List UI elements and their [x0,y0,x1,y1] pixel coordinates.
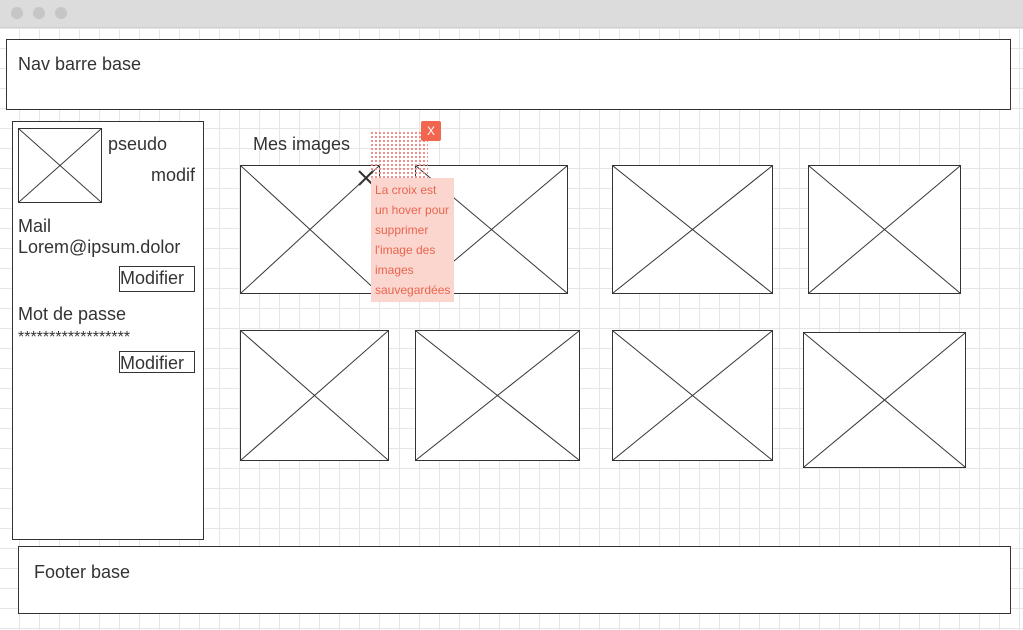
saved-image-5[interactable] [240,330,389,461]
pseudo-label: pseudo [108,134,168,154]
minimize-window-dot-icon[interactable] [33,7,45,19]
window-titlebar [0,0,1023,28]
mail-value: Lorem@ipsum.dolor [18,237,181,257]
password-label: Mot de passe [18,304,127,324]
saved-image-3[interactable] [612,165,773,294]
modify-mail-button[interactable]: Modifier [119,266,195,292]
saved-image-4[interactable] [808,165,961,294]
annotation-line: un hover pour [375,203,450,217]
saved-image-8[interactable] [803,332,966,468]
close-window-dot-icon[interactable] [11,7,23,19]
mail-label: Mail [18,216,52,236]
saved-image-6[interactable] [415,330,580,461]
image-placeholder-icon [241,331,388,460]
profile-sidebar: pseudo modif Mail Lorem@ipsum.dolor Modi… [12,121,204,540]
annotation-close-button[interactable]: X [421,121,441,141]
annotation-line: supprimer [375,223,429,237]
image-placeholder-icon [809,166,960,293]
image-placeholder-icon [804,333,965,467]
image-placeholder-icon [416,331,579,460]
annotation-line: sauvegardées [375,283,451,297]
saved-image-7[interactable] [612,330,773,461]
nav-bar: Nav barre base [6,39,1011,110]
avatar [18,128,102,203]
image-placeholder-icon [613,331,772,460]
annotation-line: La croix est [375,183,437,197]
image-placeholder-icon [613,166,772,293]
maximize-window-dot-icon[interactable] [55,7,67,19]
password-value: ****************** [18,329,131,346]
footer-title: Footer base [34,562,131,582]
annotation-line: images [375,263,414,277]
annotation-line: l'image des [375,243,436,257]
annotation-note: La croix est un hover pour supprimer l'i… [371,178,454,302]
nav-title: Nav barre base [18,54,142,74]
modify-password-button[interactable]: Modifier [119,351,195,373]
footer: Footer base [18,546,1011,614]
annotation-pattern [370,131,428,179]
modif-link[interactable]: modif [151,165,195,186]
page-title: Mes images [253,134,351,154]
